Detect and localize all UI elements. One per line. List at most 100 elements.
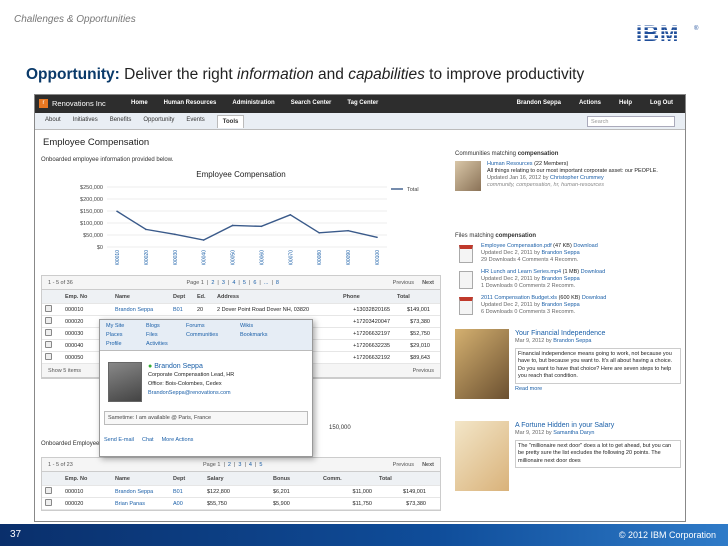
row-action[interactable]: [42, 341, 62, 350]
file-name[interactable]: Employee Compensation.pdf: [481, 243, 552, 249]
tab-benefits[interactable]: Benefits: [110, 117, 132, 128]
popup-nav-blogs[interactable]: Blogs: [146, 323, 180, 329]
tab-about[interactable]: About: [45, 117, 61, 128]
tab-initiatives[interactable]: Initiatives: [73, 117, 98, 128]
prev-button[interactable]: Previous: [413, 368, 434, 374]
popup-action-2[interactable]: More Actions: [162, 437, 194, 443]
popup-nav-forums[interactable]: Forums: [186, 323, 234, 329]
popup-nav-activities[interactable]: Activities: [146, 341, 180, 347]
popup-action-0[interactable]: Send E-mail: [104, 437, 134, 443]
magnify-icon[interactable]: [45, 487, 52, 494]
download-link[interactable]: Download: [582, 295, 606, 301]
row-action[interactable]: [42, 329, 62, 338]
column-header[interactable]: Dept: [170, 294, 194, 300]
table-row[interactable]: 000010 Brandon Seppa B01 20 2 Dover Point Ro…: [42, 304, 440, 316]
popup-nav-my-site[interactable]: My Site: [106, 323, 140, 329]
magnify-icon[interactable]: [45, 353, 52, 360]
row-action[interactable]: [42, 499, 62, 508]
topnav-item-1[interactable]: Human Resources: [164, 100, 217, 106]
column-header[interactable]: Comm.: [320, 476, 376, 482]
page-link[interactable]: ...: [264, 280, 269, 286]
magnify-icon[interactable]: [45, 305, 52, 312]
blog-author[interactable]: Samantha Daryn: [553, 430, 594, 436]
topnav-item-4[interactable]: Tag Center: [347, 100, 378, 106]
community-author[interactable]: Christopher Crummey: [550, 175, 604, 181]
file-author[interactable]: Brandon Seppa: [541, 276, 579, 282]
profile-name[interactable]: ● Brandon Seppa: [148, 362, 234, 371]
magnify-icon[interactable]: [45, 341, 52, 348]
page-link[interactable]: 4: [249, 462, 252, 468]
cell-name[interactable]: Brandon Seppa: [112, 307, 170, 313]
profile-email[interactable]: BrandonSeppa@renovations.com: [148, 389, 234, 398]
read-more-link[interactable]: Read more: [515, 386, 681, 394]
topnav-item-0[interactable]: Home: [131, 100, 148, 106]
community-title[interactable]: Human Resources: [487, 161, 533, 167]
column-header[interactable]: Emp. No: [62, 294, 112, 300]
page-link[interactable]: 5: [243, 280, 246, 286]
show-items-select[interactable]: Show 5 items: [48, 368, 81, 374]
cell-name[interactable]: Brandon Seppa: [112, 489, 170, 495]
table-row[interactable]: 000020 Brian Panas A00 $55,750 $5,900 $11,750…: [42, 498, 440, 510]
usernav-item-0[interactable]: Brandon Seppa: [517, 100, 561, 106]
column-header[interactable]: Total: [394, 294, 434, 300]
page-link[interactable]: 3: [222, 280, 225, 286]
file-name[interactable]: HR Lunch and Learn Series.mp4: [481, 269, 561, 275]
search-input[interactable]: Search: [587, 116, 675, 127]
magnify-icon[interactable]: [45, 329, 52, 336]
topnav-item-2[interactable]: Administration: [232, 100, 274, 106]
popup-nav-places[interactable]: Places: [106, 332, 140, 338]
column-header[interactable]: Name: [112, 294, 170, 300]
page-link[interactable]: 6: [253, 280, 256, 286]
next-button[interactable]: Next: [422, 280, 434, 286]
row-action[interactable]: [42, 353, 62, 362]
prev-button[interactable]: Previous: [393, 280, 414, 286]
page-link[interactable]: 2: [211, 280, 214, 286]
tab-tools[interactable]: Tools: [216, 115, 245, 128]
brand[interactable]: r Renovations Inc: [39, 99, 106, 108]
topnav-item-3[interactable]: Search Center: [291, 100, 332, 106]
usernav-item-2[interactable]: Help: [619, 100, 632, 106]
file-author[interactable]: Brandon Seppa: [541, 250, 579, 256]
magnify-icon[interactable]: [45, 317, 52, 324]
popup-nav-profile[interactable]: Profile: [106, 341, 140, 347]
usernav-item-1[interactable]: Actions: [579, 100, 601, 106]
column-header[interactable]: Address: [214, 294, 340, 300]
download-link[interactable]: Download: [573, 243, 597, 249]
magnify-icon[interactable]: [45, 499, 52, 506]
file-name[interactable]: 2011 Compensation Budget.xls: [481, 295, 557, 301]
tab-events[interactable]: Events: [186, 117, 204, 128]
popup-action-1[interactable]: Chat: [142, 437, 154, 443]
column-header[interactable]: Ed.: [194, 294, 214, 300]
page-link[interactable]: Page 1: [203, 462, 220, 468]
usernav-item-3[interactable]: Log Out: [650, 100, 673, 106]
page-link[interactable]: 8: [276, 280, 279, 286]
tab-opportunity[interactable]: Opportunity: [143, 117, 174, 128]
blog-author[interactable]: Brandon Seppa: [553, 338, 591, 344]
row-action[interactable]: [42, 305, 62, 314]
column-header[interactable]: Phone: [340, 294, 394, 300]
next-button[interactable]: Next: [422, 462, 434, 468]
column-header[interactable]: Salary: [204, 476, 270, 482]
column-header[interactable]: Name: [112, 476, 170, 482]
column-header[interactable]: Total: [376, 476, 430, 482]
cell-name[interactable]: Brian Panas: [112, 501, 170, 507]
download-link[interactable]: Download: [581, 269, 605, 275]
blog-title[interactable]: A Fortune Hidden in your Salary: [515, 421, 681, 430]
page-link[interactable]: 4: [232, 280, 235, 286]
page-link[interactable]: 3: [238, 462, 241, 468]
table-row[interactable]: 000010 Brandon Seppa B01 $122,800 $6,201 $11,…: [42, 486, 440, 498]
file-author[interactable]: Brandon Seppa: [541, 302, 579, 308]
page-link[interactable]: 5: [259, 462, 262, 468]
popup-nav-wikis[interactable]: Wikis: [240, 323, 288, 329]
blog-title[interactable]: Your Financial Independence: [515, 329, 681, 338]
column-header[interactable]: Dept: [170, 476, 204, 482]
row-action[interactable]: [42, 487, 62, 496]
popup-nav-files[interactable]: Files: [146, 332, 180, 338]
popup-nav-bookmarks[interactable]: Bookmarks: [240, 332, 288, 338]
page-link[interactable]: Page 1: [186, 280, 203, 286]
popup-nav-communities[interactable]: Communities: [186, 332, 234, 338]
row-action[interactable]: [42, 317, 62, 326]
column-header[interactable]: Bonus: [270, 476, 320, 482]
prev-button[interactable]: Previous: [393, 462, 414, 468]
column-header[interactable]: Emp. No: [62, 476, 112, 482]
